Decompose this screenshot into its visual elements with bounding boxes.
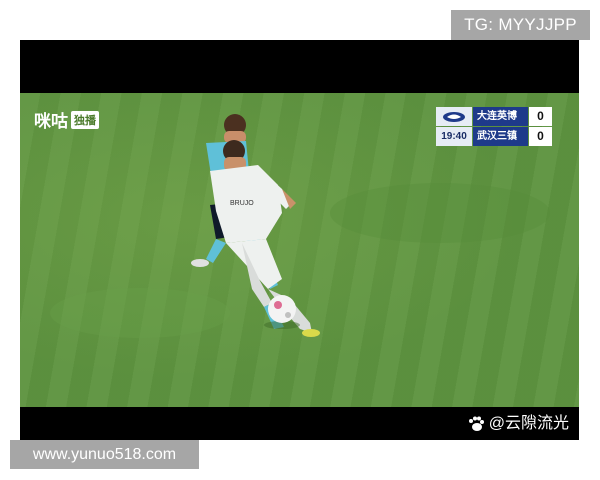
scoreboard-away-row: 19:40 武汉三镇 0 [436, 127, 552, 146]
creator-credit-text: @云隙流光 [488, 415, 569, 432]
watermark-bottom: www.yunuo518.com [10, 440, 199, 469]
creator-credit: @云隙流光 [467, 407, 569, 440]
video-frame[interactable]: BRUJO 咪咕 独播 大连英博 0 19:40 武汉三镇 0 @云隙流光 [20, 40, 579, 440]
scoreboard-home-row: 大连英博 0 [436, 107, 552, 126]
league-logo-icon [436, 107, 472, 126]
exclusive-tag: 独播 [71, 110, 99, 129]
broadcaster-logo: 咪咕 独播 [34, 107, 99, 132]
home-team-name: 大连英博 [473, 107, 528, 126]
away-team-score: 0 [529, 127, 552, 146]
svg-text:BRUJO: BRUJO [230, 200, 254, 207]
match-clock: 19:40 [436, 127, 472, 146]
watermark-top: TG: MYYJJPP [451, 10, 590, 40]
broadcaster-logo-text: 咪咕 [34, 112, 68, 131]
scoreboard: 大连英博 0 19:40 武汉三镇 0 [436, 107, 552, 147]
home-team-score: 0 [529, 107, 552, 126]
paw-icon [468, 416, 484, 431]
away-team-name: 武汉三镇 [473, 127, 528, 146]
video-content: BRUJO 咪咕 独播 大连英博 0 19:40 武汉三镇 0 [20, 93, 579, 407]
